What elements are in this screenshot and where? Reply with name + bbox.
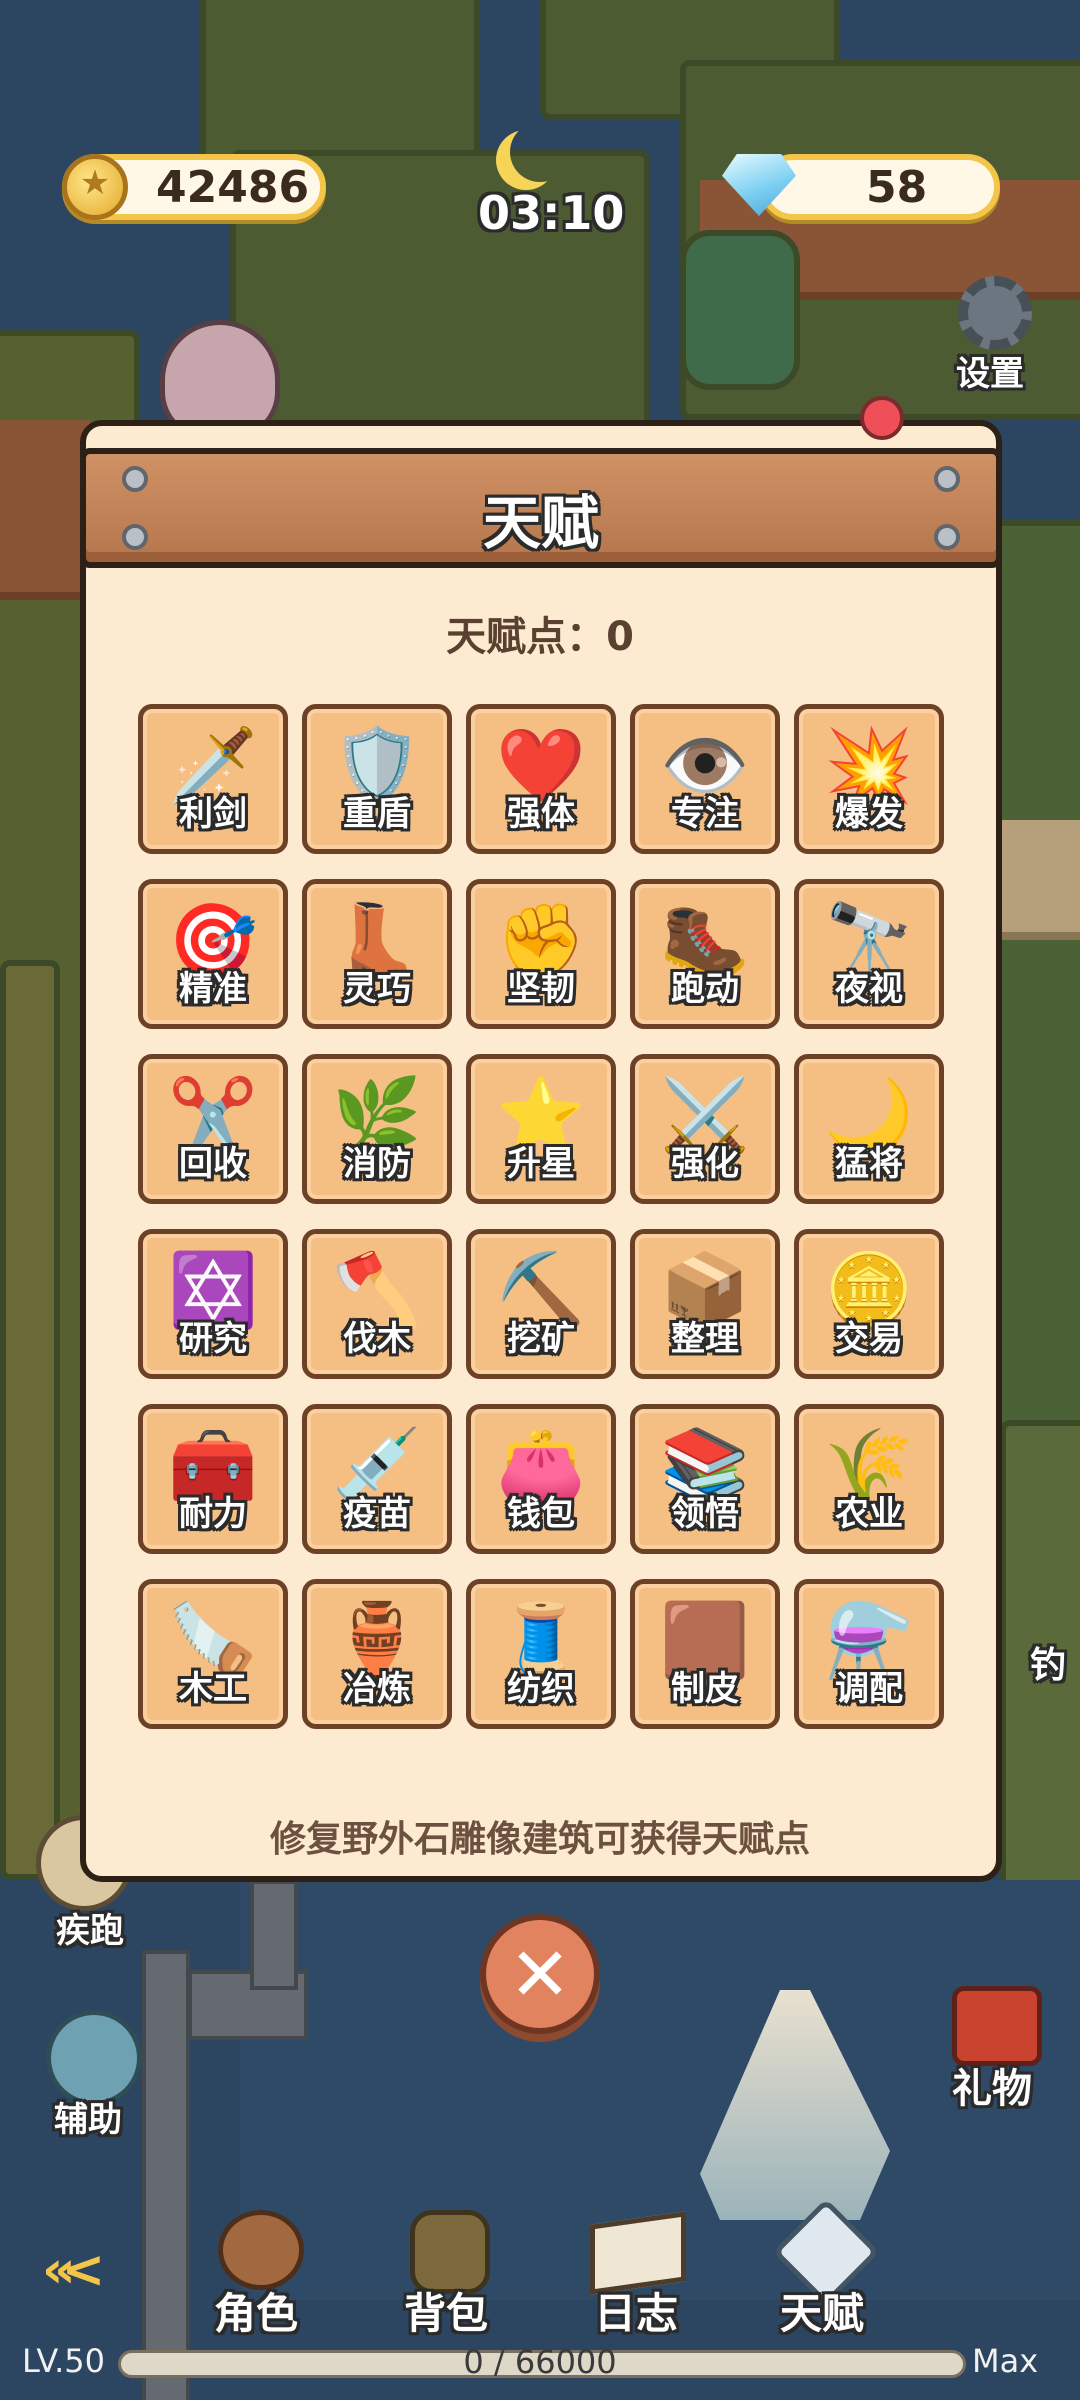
talent-label: 冶炼 [343, 1669, 411, 1709]
coin-amount: 42486 [156, 162, 310, 213]
talent-label: 农业 [835, 1494, 903, 1534]
nav-talent[interactable]: 天赋 [766, 2198, 886, 2350]
settings-label: 设置 [956, 354, 1024, 394]
talent-tile[interactable]: 🌾 农业 [794, 1404, 944, 1554]
gift-label: 礼物 [952, 2066, 1032, 2112]
talent-tile[interactable]: 🏺 冶炼 [302, 1579, 452, 1729]
moon-icon [510, 122, 570, 182]
max-label: Max [972, 2342, 1039, 2380]
talent-tile[interactable]: 👛 钱包 [466, 1404, 616, 1554]
settings-button[interactable]: 设置 [946, 276, 1042, 394]
nav-bag[interactable]: 背包 [390, 2210, 510, 2350]
gear-icon [958, 276, 1032, 350]
talent-tile[interactable]: ❤️ 强体 [466, 704, 616, 854]
close-button[interactable] [480, 1914, 600, 2034]
talent-label: 交易 [835, 1319, 903, 1359]
collapse-arrows-icon[interactable]: «< [42, 2240, 105, 2300]
talent-tile[interactable]: 🎯 精准 [138, 879, 288, 1029]
talent-tile[interactable]: 🪚 木工 [138, 1579, 288, 1729]
talent-points: 天赋点：0 [446, 614, 634, 660]
nav-talent-label: 天赋 [780, 2289, 865, 2338]
talent-label: 强体 [507, 794, 575, 834]
talent-label: 耐力 [179, 1494, 247, 1534]
talent-tile[interactable]: ⚔️ 强化 [630, 1054, 780, 1204]
gem-amount: 58 [866, 162, 928, 213]
talent-label: 木工 [179, 1669, 247, 1709]
coin-icon [62, 154, 128, 220]
talent-tile[interactable]: 📚 领悟 [630, 1404, 780, 1554]
talent-tile[interactable]: ✂️ 回收 [138, 1054, 288, 1204]
character-icon [218, 2210, 304, 2290]
talent-label: 强化 [671, 1144, 739, 1184]
fishing-label[interactable]: 钓 [1030, 1636, 1066, 1688]
talent-tile[interactable]: 💥 爆发 [794, 704, 944, 854]
talent-label: 专注 [671, 794, 739, 834]
talent-tile[interactable]: ⛏️ 挖矿 [466, 1229, 616, 1379]
talent-label: 整理 [671, 1319, 739, 1359]
talent-label: 精准 [179, 969, 247, 1009]
gem-counter: 58 [760, 154, 1000, 220]
assist-button[interactable]: 辅助 [40, 2010, 150, 2140]
talent-label: 爆发 [835, 794, 903, 834]
talent-tile[interactable]: 🌙 猛将 [794, 1054, 944, 1204]
talent-label: 纺织 [507, 1669, 575, 1709]
gift-button[interactable]: 礼物 [940, 1986, 1060, 2112]
talent-tile[interactable]: ✊ 坚韧 [466, 879, 616, 1029]
talent-label: 坚韧 [507, 969, 575, 1009]
xp-text: 0 / 66000 [463, 2343, 617, 2381]
talent-label: 跑动 [671, 969, 739, 1009]
talent-label: 制皮 [671, 1669, 739, 1709]
talent-label: 回收 [179, 1144, 247, 1184]
nav-journal[interactable]: 日志 [580, 2210, 700, 2350]
talent-label: 伐木 [343, 1319, 411, 1359]
talent-label: 升星 [507, 1144, 575, 1184]
talent-tile[interactable]: 👁️ 专注 [630, 704, 780, 854]
flower-decoration [860, 396, 904, 440]
talent-tile[interactable]: 🗡️ 利剑 [138, 704, 288, 854]
talent-label: 调配 [835, 1669, 903, 1709]
talent-tile[interactable]: 🪙 交易 [794, 1229, 944, 1379]
sprint-label: 疾跑 [56, 1911, 124, 1951]
talent-label: 重盾 [343, 794, 411, 834]
talent-tile[interactable]: 🧰 耐力 [138, 1404, 288, 1554]
nav-role[interactable]: 角色 [200, 2210, 320, 2350]
talent-tile[interactable]: ✡️ 研究 [138, 1229, 288, 1379]
talent-tile[interactable]: 🧵 纺织 [466, 1579, 616, 1729]
talent-label: 研究 [179, 1319, 247, 1359]
dialog-header-board: 天赋 [80, 448, 1002, 568]
talent-label: 疫苗 [343, 1494, 411, 1534]
gift-icon [952, 1986, 1042, 2066]
talent-tile[interactable]: 🌿 消防 [302, 1054, 452, 1204]
talent-tile[interactable]: 🛡️ 重盾 [302, 704, 452, 854]
talent-label: 猛将 [835, 1144, 903, 1184]
talent-tile[interactable]: 📦 整理 [630, 1229, 780, 1379]
talent-label: 挖矿 [507, 1319, 575, 1359]
talent-label: 消防 [343, 1144, 411, 1184]
nav-bag-label: 背包 [404, 2289, 489, 2338]
talent-tile[interactable]: 💉 疫苗 [302, 1404, 452, 1554]
game-clock: 03:10 [478, 186, 625, 240]
talent-tile[interactable]: ⭐ 升星 [466, 1054, 616, 1204]
talent-label: 钱包 [507, 1494, 575, 1534]
talent-tile[interactable]: ⚗️ 调配 [794, 1579, 944, 1729]
talent-grid: 🗡️ 利剑 🛡️ 重盾 ❤️ 强体 👁️ 专注 💥 爆发 🎯 精准 👢 灵巧 ✊ 坚韧 🥾 跑动 🔭 夜视 ✂️ 回收 🌿 消… [138, 704, 944, 1729]
nav-journal-label: 日志 [594, 2289, 679, 2338]
dialog-title: 天赋 [482, 489, 599, 557]
assist-label: 辅助 [54, 2100, 122, 2140]
nav-role-label: 角色 [214, 2289, 299, 2338]
talent-tile[interactable]: 🥾 跑动 [630, 879, 780, 1029]
talent-tile[interactable]: 🪓 伐木 [302, 1229, 452, 1379]
talent-label: 夜视 [835, 969, 903, 1009]
talent-label: 利剑 [179, 794, 247, 834]
talent-tile[interactable]: 🔭 夜视 [794, 879, 944, 1029]
talent-label: 领悟 [671, 1494, 739, 1534]
talent-tile[interactable]: 🟫 制皮 [630, 1579, 780, 1729]
talent-hint: 修复野外石雕像建筑可获得天赋点 [269, 1819, 810, 1860]
talent-label: 灵巧 [343, 969, 411, 1009]
talent-tile[interactable]: 👢 灵巧 [302, 879, 452, 1029]
